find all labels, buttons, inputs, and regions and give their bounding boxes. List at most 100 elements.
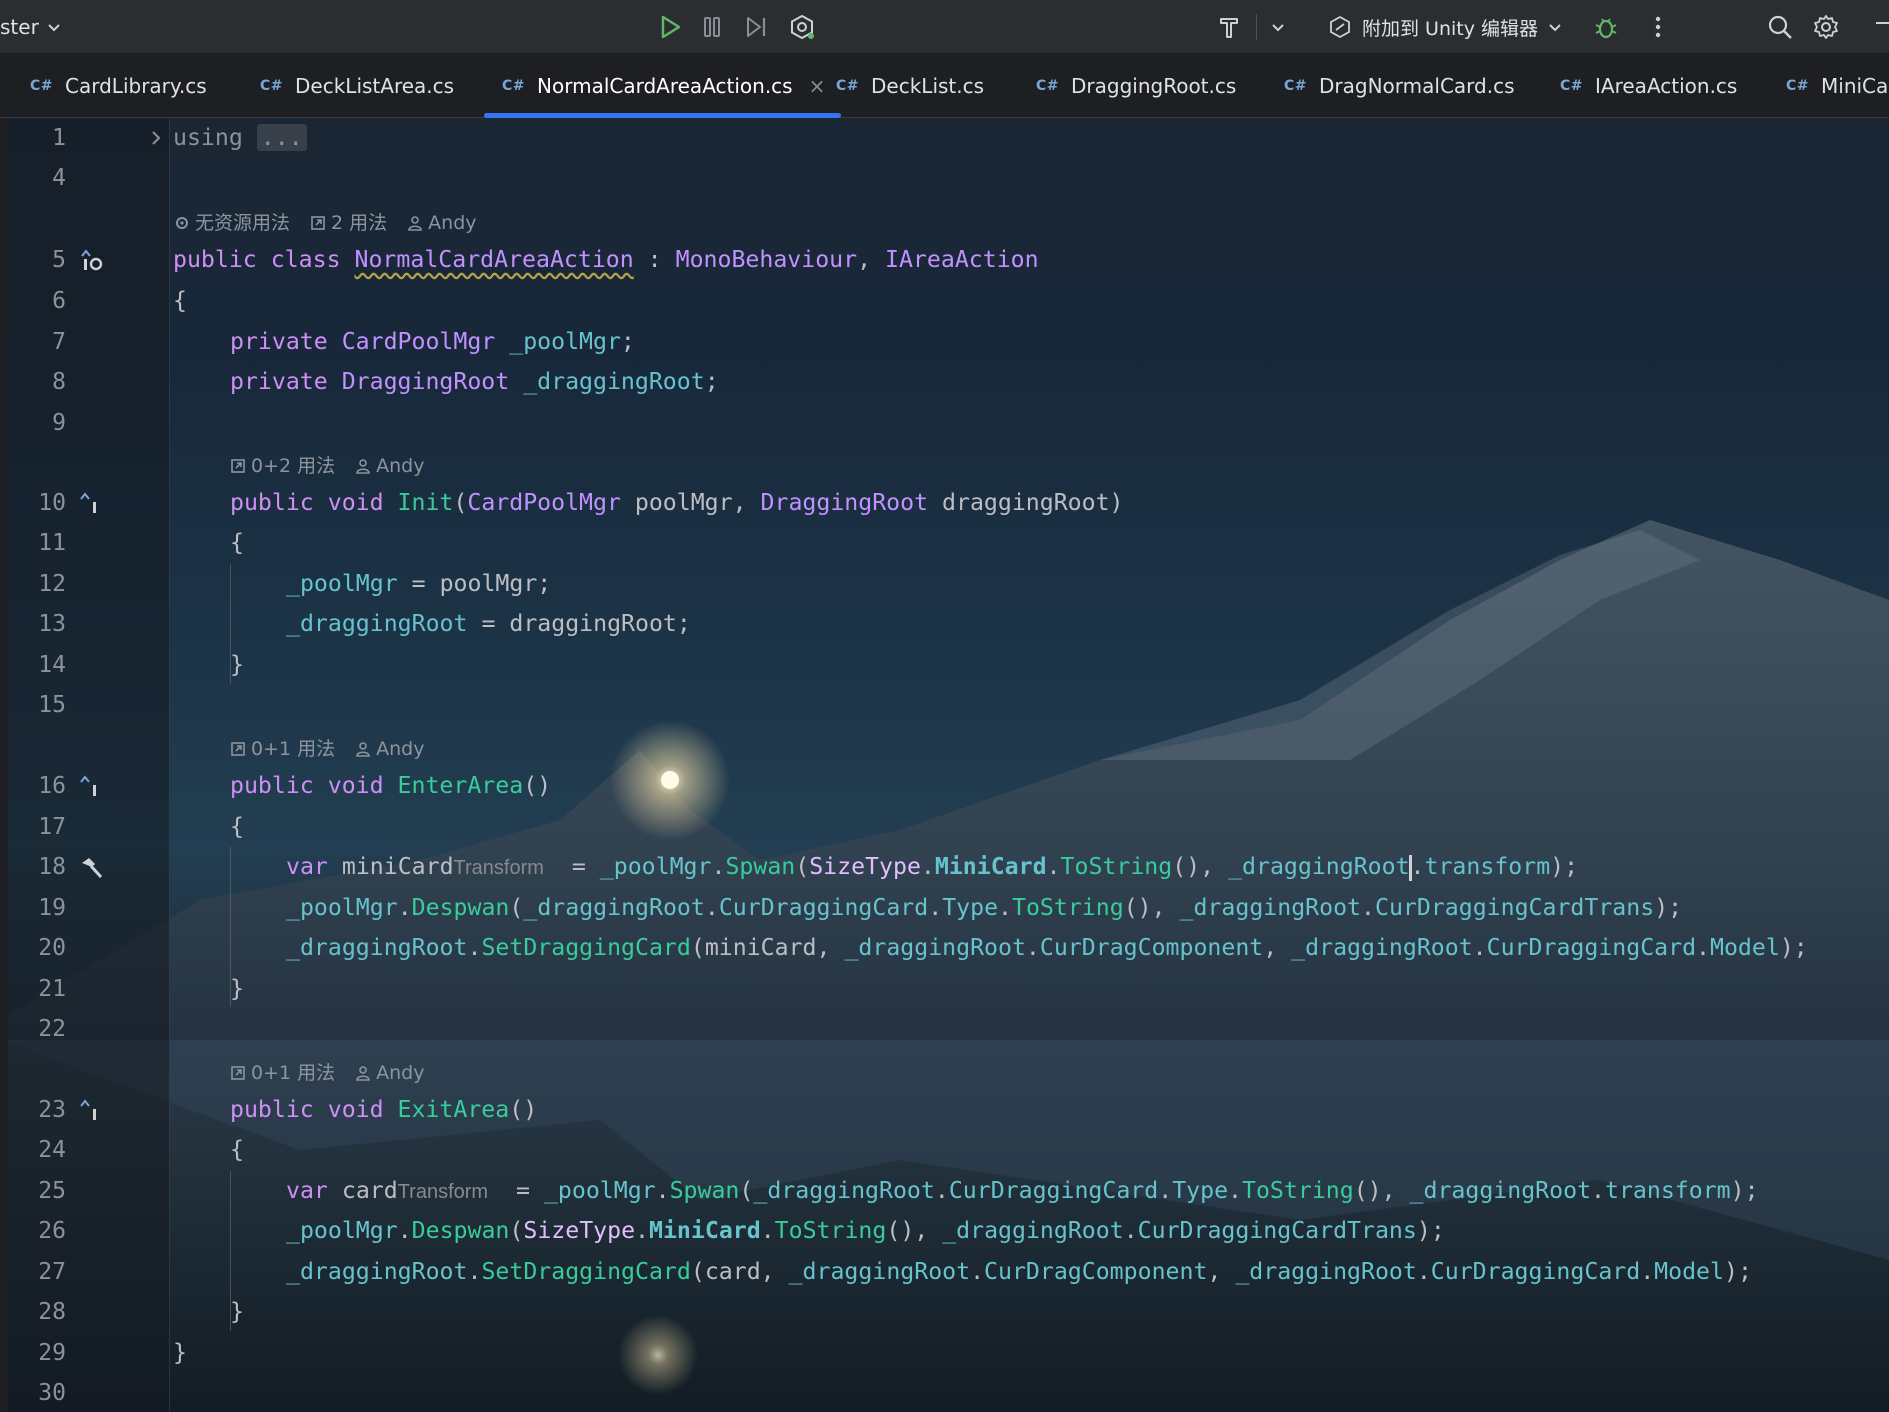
code-line-20: 20 _draggingRoot.SetDraggingCard(miniCar…	[0, 928, 1889, 968]
tab-cardlibrary[interactable]: C# CardLibrary.cs	[30, 54, 207, 118]
tab-decklist[interactable]: C# DeckList.cs	[836, 54, 984, 118]
implements-interface-icon[interactable]	[78, 248, 104, 274]
code-text: private CardPoolMgr _poolMgr;	[230, 328, 635, 355]
user-icon	[356, 1066, 370, 1081]
code-line-25: 25 var cardTransform = _poolMgr.Spwan(_d…	[0, 1171, 1889, 1211]
code-text: {	[230, 529, 244, 556]
line-number: 22	[38, 1016, 66, 1042]
pause-icon	[704, 17, 720, 37]
build-button[interactable]	[1212, 9, 1248, 45]
code-text: _poolMgr = poolMgr;	[286, 570, 552, 597]
code-text: }	[230, 975, 244, 1002]
tab-iareaaction[interactable]: C# IAreaAction.cs	[1560, 54, 1737, 118]
branch-selector[interactable]: ster	[0, 9, 61, 45]
tab-label: DeckListArea.cs	[295, 74, 455, 98]
chevron-down-icon	[1549, 24, 1561, 32]
code-line-22: 22	[0, 1009, 1889, 1049]
code-text: public void Init(CardPoolMgr poolMgr, Dr…	[230, 489, 1124, 516]
unity-debug-button[interactable]	[784, 9, 820, 45]
unity-logo-icon	[1330, 15, 1350, 39]
code-line-27: 27 _draggingRoot.SetDraggingCard(card, _…	[0, 1252, 1889, 1292]
code-text: var cardTransform = _poolMgr.Spwan(_drag…	[286, 1177, 1759, 1204]
debug-button[interactable]	[1588, 9, 1624, 45]
code-line-8: 8 private DraggingRoot _draggingRoot;	[0, 362, 1889, 402]
code-line-19: 19 _poolMgr.Despwan(_draggingRoot.CurDra…	[0, 888, 1889, 928]
step-button[interactable]	[738, 9, 774, 45]
code-text: _poolMgr.Despwan(SizeType.MiniCard.ToStr…	[286, 1217, 1445, 1244]
author-hint[interactable]: Andy	[355, 1053, 425, 1093]
implements-method-icon[interactable]	[78, 1098, 104, 1124]
usages-hint[interactable]: 0+1 用法	[230, 1053, 335, 1093]
code-text: using ...	[173, 118, 307, 158]
exit-area-code-lens: 0+1 用法 Andy	[230, 1053, 439, 1093]
code-line-15: 15	[0, 685, 1889, 725]
line-number: 4	[52, 165, 66, 191]
line-number: 9	[52, 410, 66, 436]
author-hint[interactable]: Andy	[355, 446, 425, 486]
play-icon	[661, 15, 681, 39]
run-button[interactable]	[652, 9, 688, 45]
line-number: 1	[52, 125, 66, 151]
code-line-10: 10 public void Init(CardPoolMgr poolMgr,…	[0, 483, 1889, 523]
csharp-file-icon: C#	[30, 78, 54, 94]
usages-icon	[311, 216, 325, 230]
init-code-lens: 0+2 用法 Andy	[230, 446, 439, 486]
fold-expand-icon[interactable]	[150, 130, 162, 146]
folded-imports[interactable]: ...	[256, 124, 307, 151]
code-text: private DraggingRoot _draggingRoot;	[230, 368, 719, 395]
tab-label: DragNormalCard.cs	[1319, 74, 1515, 98]
gear-icon	[1814, 15, 1838, 39]
line-number: 27	[38, 1259, 66, 1285]
unity-cube-icon	[791, 14, 814, 40]
bug-icon	[1595, 18, 1617, 39]
tab-dragnormalcard[interactable]: C# DragNormalCard.cs	[1284, 54, 1515, 118]
line-number: 23	[38, 1097, 66, 1123]
unity-asset-icon	[176, 217, 188, 229]
code-line-7: 7 private CardPoolMgr _poolMgr;	[0, 322, 1889, 362]
search-button[interactable]	[1762, 9, 1798, 45]
more-vertical-icon	[1655, 16, 1661, 38]
user-icon	[356, 742, 370, 757]
search-icon	[1768, 15, 1792, 39]
line-number: 13	[38, 611, 66, 637]
author-hint[interactable]: Andy	[355, 729, 425, 769]
code-line-26: 26 _poolMgr.Despwan(SizeType.MiniCard.To…	[0, 1211, 1889, 1251]
line-number: 20	[38, 935, 66, 961]
class-name[interactable]: NormalCardAreaAction	[355, 246, 634, 273]
code-line-17: 17 {	[0, 807, 1889, 847]
code-text: }	[230, 651, 244, 678]
settings-button[interactable]	[1808, 9, 1844, 45]
code-line-23: 23 public void ExitArea()	[0, 1090, 1889, 1130]
implements-method-icon[interactable]	[78, 491, 104, 517]
code-line-1: 1 using ...	[0, 118, 1889, 158]
usages-hint[interactable]: 0+2 用法	[230, 446, 335, 486]
tab-decklistarea[interactable]: C# DeckListArea.cs	[260, 54, 454, 118]
line-number: 21	[38, 976, 66, 1002]
close-tab-icon[interactable]: ×	[809, 74, 826, 98]
pause-button[interactable]	[694, 9, 730, 45]
code-line-5: 5 public class NormalCardAreaAction : Mo…	[0, 240, 1889, 280]
csharp-file-icon: C#	[836, 78, 860, 94]
usages-hint[interactable]: 0+1 用法	[230, 729, 335, 769]
author-hint[interactable]: Andy	[407, 203, 477, 243]
hammer-action-icon[interactable]	[78, 855, 104, 881]
hammer-icon	[1220, 18, 1238, 38]
line-number: 28	[38, 1299, 66, 1325]
build-options-dropdown[interactable]	[1260, 9, 1296, 45]
text-caret	[1408, 854, 1412, 881]
tab-draggingroot[interactable]: C# DraggingRoot.cs	[1036, 54, 1236, 118]
code-editor[interactable]: 1 using ... 4 无资源用法 2 用法 Andy 5 public c…	[0, 118, 1889, 1412]
usages-hint[interactable]: 2 用法	[310, 203, 387, 243]
type-inlay-hint: Transform	[397, 1181, 489, 1203]
attach-to-unity-selector[interactable]: 附加到 Unity 编辑器	[1328, 9, 1562, 45]
more-options-button[interactable]	[1640, 9, 1676, 45]
line-number: 10	[38, 490, 66, 516]
csharp-file-icon: C#	[1786, 78, 1810, 94]
tab-minicard[interactable]: C# MiniCar	[1786, 54, 1889, 118]
tab-normalcardareaaction[interactable]: C# NormalCardAreaAction.cs ×	[483, 54, 842, 118]
line-number: 14	[38, 652, 66, 678]
implements-method-icon[interactable]	[78, 774, 104, 800]
line-number: 16	[38, 773, 66, 799]
no-asset-usages-hint[interactable]: 无资源用法	[174, 203, 290, 243]
line-number: 30	[38, 1380, 66, 1406]
